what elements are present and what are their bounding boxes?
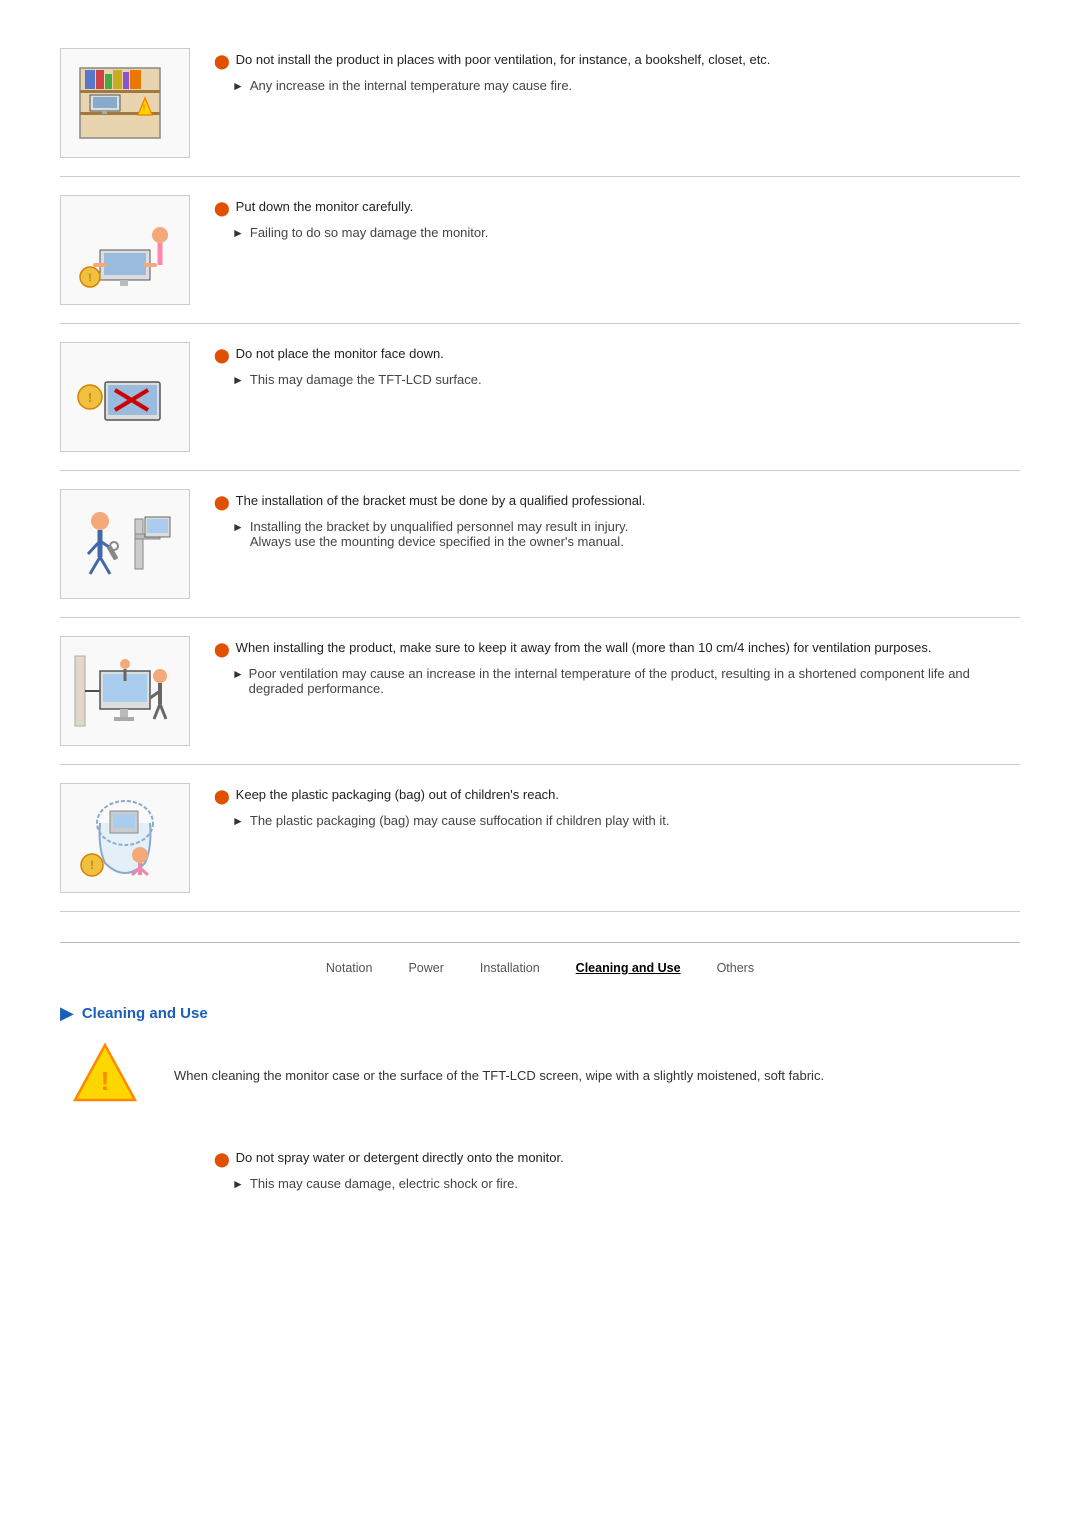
image-face-down: ! <box>60 342 190 452</box>
cleaning-main-text-1: Do not spray water or detergent directly… <box>236 1150 564 1165</box>
bullet-5: ⬤ <box>214 641 230 658</box>
section-title: Cleaning and Use <box>82 1005 208 1022</box>
main-text-4: The installation of the bracket must be … <box>236 493 646 508</box>
image-bookshelf: ! <box>60 48 190 158</box>
instruction-content-4: ⬤ The installation of the bracket must b… <box>214 489 1020 549</box>
instruction-block-1: ! ⬤ Do not install the product in places… <box>60 30 1020 177</box>
cleaning-block-1: ⬤ Do not spray water or detergent direct… <box>60 1140 1020 1209</box>
cleaning-arrow-1: ► <box>232 1177 244 1191</box>
image-bracket <box>60 489 190 599</box>
cleaning-intro-block: ! When cleaning the monitor case or the … <box>60 1040 1020 1120</box>
nav-power[interactable]: Power <box>408 961 443 975</box>
svg-text:!: ! <box>143 103 146 113</box>
cleaning-intro: When cleaning the monitor case or the su… <box>174 1068 824 1083</box>
sub-text-1: Any increase in the internal temperature… <box>250 78 572 93</box>
bullet-2: ⬤ <box>214 200 230 217</box>
arrow-5: ► <box>232 667 243 681</box>
main-text-5: When installing the product, make sure t… <box>236 640 932 655</box>
instruction-block-6: ! ⬤ Keep the plastic packaging (bag) out… <box>60 765 1020 912</box>
bullet-6: ⬤ <box>214 788 230 805</box>
instruction-block-5: ⬤ When installing the product, make sure… <box>60 618 1020 765</box>
nav-notation[interactable]: Notation <box>326 961 373 975</box>
image-ventilation <box>60 636 190 746</box>
bullet-3: ⬤ <box>214 347 230 364</box>
cleaning-section: ▶ Cleaning and Use ! When cleaning the m… <box>60 1003 1020 1209</box>
cleaning-sub-text-1: This may cause damage, electric shock or… <box>250 1176 518 1191</box>
instruction-content-3: ⬤ Do not place the monitor face down. ► … <box>214 342 1020 387</box>
nav-cleaning-and-use[interactable]: Cleaning and Use <box>576 961 681 975</box>
arrow-1: ► <box>232 79 244 93</box>
sub-text-3: This may damage the TFT-LCD surface. <box>250 372 482 387</box>
sub-text-5: Poor ventilation may cause an increase i… <box>249 666 1020 696</box>
cleaning-content-1: ⬤ Do not spray water or detergent direct… <box>214 1146 1020 1191</box>
instruction-block-2: ! ⬤ Put down the monitor carefully. ► Fa… <box>60 177 1020 324</box>
instruction-content-1: ⬤ Do not install the product in places w… <box>214 48 1020 93</box>
sub-text-6: The plastic packaging (bag) may cause su… <box>250 813 670 828</box>
sub-text-4: Installing the bracket by unqualified pe… <box>250 519 628 549</box>
cleaning-bullet-1: ⬤ <box>214 1151 230 1168</box>
arrow-6: ► <box>232 814 244 828</box>
bullet-4: ⬤ <box>214 494 230 511</box>
cleaning-intro-text: When cleaning the monitor case or the su… <box>174 1068 1020 1083</box>
arrow-3: ► <box>232 373 244 387</box>
svg-text:!: ! <box>90 858 94 872</box>
main-text-3: Do not place the monitor face down. <box>236 346 444 361</box>
instruction-block-3: ! ⬤ Do not place the monitor face down. … <box>60 324 1020 471</box>
svg-text:!: ! <box>88 272 92 284</box>
sub-text-2: Failing to do so may damage the monitor. <box>250 225 488 240</box>
instruction-content-2: ⬤ Put down the monitor carefully. ► Fail… <box>214 195 1020 240</box>
main-text-1: Do not install the product in places wit… <box>236 52 771 67</box>
svg-text:!: ! <box>101 1066 110 1096</box>
instruction-block-4: ⬤ The installation of the bracket must b… <box>60 471 1020 618</box>
warning-image: ! <box>60 1040 150 1110</box>
image-plastic-bag: ! <box>60 783 190 893</box>
main-text-2: Put down the monitor carefully. <box>236 199 414 214</box>
instruction-content-6: ⬤ Keep the plastic packaging (bag) out o… <box>214 783 1020 828</box>
arrow-2: ► <box>232 226 244 240</box>
instruction-content-5: ⬤ When installing the product, make sure… <box>214 636 1020 696</box>
image-handle-care: ! <box>60 195 190 305</box>
bullet-1: ⬤ <box>214 53 230 70</box>
arrow-4: ► <box>232 520 244 534</box>
main-text-6: Keep the plastic packaging (bag) out of … <box>236 787 559 802</box>
navigation-bar: Notation Power Installation Cleaning and… <box>60 942 1020 987</box>
section-header: ▶ Cleaning and Use <box>60 1003 1020 1024</box>
section-icon: ▶ <box>60 1003 74 1024</box>
nav-others[interactable]: Others <box>717 961 755 975</box>
svg-text:!: ! <box>88 390 92 405</box>
nav-installation[interactable]: Installation <box>480 961 540 975</box>
